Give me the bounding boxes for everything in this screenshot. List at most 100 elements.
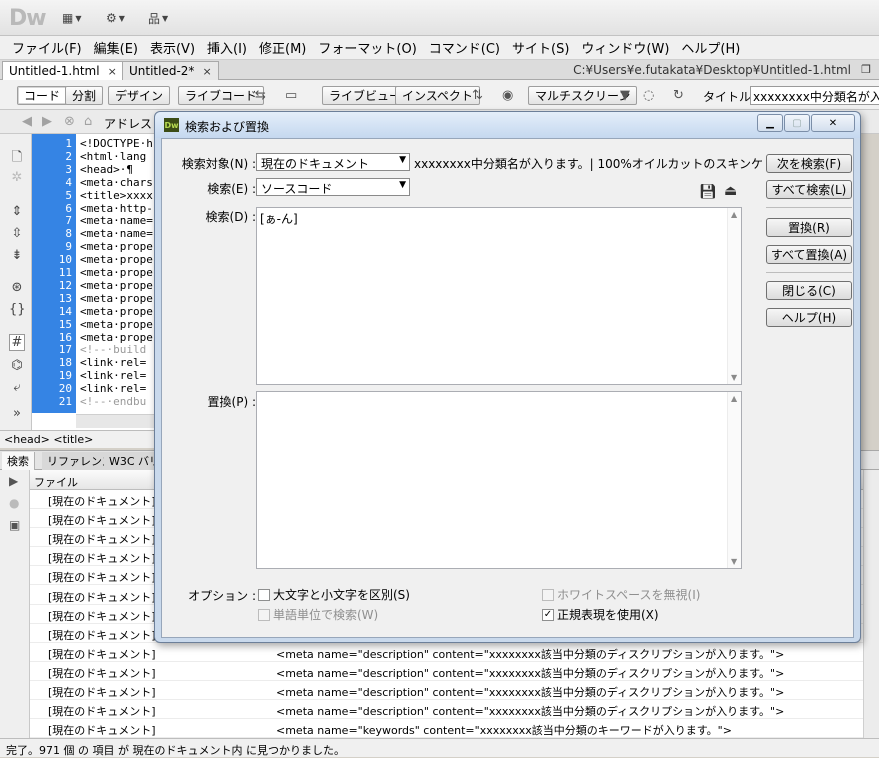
tab-untitled-1[interactable]: Untitled-1.html ×	[2, 61, 124, 80]
close-button[interactable]: 閉じる(C)	[766, 281, 852, 300]
menu-modify[interactable]: 修正(M)	[253, 38, 312, 57]
table-row[interactable]: [現在のドキュメント] <meta name="description" cont…	[30, 681, 863, 700]
checkbox-box	[258, 608, 270, 621]
minimize-button[interactable]: ▁	[757, 114, 783, 132]
restore-window-icon[interactable]: ❐	[861, 63, 871, 76]
result-file: [現在のドキュメント]	[48, 590, 156, 604]
menu-format[interactable]: フォーマット(O)	[312, 38, 422, 57]
design-view-button[interactable]: デザイン	[108, 86, 171, 105]
validate-icon[interactable]: ⇆	[255, 88, 266, 103]
code-line: <link·rel=	[80, 356, 147, 370]
collapse-icon[interactable]: ✲	[9, 170, 25, 185]
gear-icon: ⚙	[106, 11, 117, 25]
browser-check-icon[interactable]: ▭	[285, 88, 297, 103]
replace-text-label: 置換(P) :	[207, 395, 256, 409]
extend-dropdown[interactable]: ⚙ ▼	[106, 10, 125, 26]
layout-dropdown[interactable]: ▦ ▼	[62, 10, 82, 26]
match-case-checkbox[interactable]: 大文字と小文字を区別(S)	[258, 586, 410, 603]
replace-textarea-scrollbar[interactable]: ▲ ▼	[727, 392, 741, 568]
dialog-titlebar[interactable]: Dw 検索および置換 ▁ ▢ ✕	[155, 112, 860, 138]
code-line: <link·rel=	[80, 382, 147, 396]
replace-button[interactable]: 置換(R)	[766, 218, 852, 237]
search-type-select[interactable]: ソースコード ▼	[256, 178, 410, 196]
balance-braces-icon[interactable]: {}	[9, 302, 26, 317]
save-report-icon[interactable]: ▣	[9, 518, 20, 532]
menu-site[interactable]: サイト(S)	[506, 38, 575, 57]
code-line: <!--·endbu	[80, 395, 147, 408]
live-code-button[interactable]: ライブコード	[178, 86, 265, 105]
menu-commands[interactable]: コマンド(C)	[423, 38, 506, 57]
code-view-button[interactable]: コード	[17, 86, 68, 105]
replace-all-button[interactable]: すべて置換(A)	[766, 245, 852, 264]
tag-selector[interactable]: <head> <title>	[0, 430, 160, 448]
dreamweaver-logo-icon: Dw	[164, 118, 179, 132]
split-view-button[interactable]: 分割	[65, 86, 104, 105]
replace-textarea[interactable]: ▲ ▼	[256, 391, 742, 569]
help-button[interactable]: ヘルプ(H)	[766, 308, 852, 327]
result-file: [現在のドキュメント]	[48, 609, 156, 623]
whole-word-checkbox[interactable]: 単語単位で検索(W)	[258, 606, 378, 623]
home-icon[interactable]: ⌂	[84, 114, 92, 129]
forward-icon[interactable]: ▶	[42, 114, 52, 129]
chevron-down-icon[interactable]: ▼	[620, 88, 630, 103]
use-regex-checkbox[interactable]: ✓ 正規表現を使用(X)	[542, 606, 659, 623]
tab-search[interactable]: 検索	[2, 452, 35, 470]
search-target-select[interactable]: 現在のドキュメント ▼	[256, 153, 410, 171]
ignore-whitespace-checkbox[interactable]: ホワイトスペースを無視(I)	[542, 586, 700, 603]
select-parent-icon[interactable]: ⊛	[9, 280, 25, 295]
collapse-selection-icon[interactable]: ⇳	[9, 226, 25, 241]
table-row[interactable]: [現在のドキュメント] <meta name="description" cont…	[30, 662, 863, 681]
menu-view[interactable]: 表示(V)	[144, 38, 201, 57]
code-view[interactable]: 1 2 3 4 5 6 7 8 9 10 11 12 13 14 15 16 17 18 19 20 21 <!DOCT…	[32, 134, 156, 430]
tab-untitled-2[interactable]: Untitled-2* ×	[122, 61, 219, 80]
highlight-invalid-icon[interactable]: ⌬	[9, 358, 25, 373]
table-row[interactable]: [現在のドキュメント] <meta name="description" cont…	[30, 643, 863, 662]
result-file: [現在のドキュメント]	[48, 514, 156, 528]
save-query-icon[interactable]: 💾︎	[699, 184, 717, 200]
table-row[interactable]: [現在のドキュメント] <meta name="description" cont…	[30, 700, 863, 720]
refresh-icon[interactable]: ↻	[673, 88, 684, 103]
back-icon[interactable]: ◀	[22, 114, 32, 129]
open-documents-icon[interactable]: 🗋	[9, 148, 25, 170]
menu-insert[interactable]: 挿入(I)	[201, 38, 253, 57]
title-input[interactable]: xxxxxxxx中分類名が入り	[750, 86, 879, 105]
search-textarea-scrollbar[interactable]: ▲ ▼	[727, 208, 741, 384]
close-window-button[interactable]: ✕	[811, 114, 855, 132]
collapse-tag-icon[interactable]: ⇕	[9, 204, 25, 219]
file-transfer-icon[interactable]: ⇅	[472, 88, 483, 103]
expand-all-icon[interactable]: ⇟	[9, 248, 25, 263]
line-number: 15	[58, 317, 72, 331]
table-row[interactable]: [現在のドキュメント] <meta name="keywords" content…	[30, 719, 863, 738]
close-icon[interactable]: ×	[108, 65, 117, 78]
site-dropdown[interactable]: 品 ▼	[148, 10, 168, 26]
line-number: 16	[58, 330, 72, 344]
more-tools-icon[interactable]: »	[9, 406, 25, 421]
menu-bar: ファイル(F) 編集(E) 表示(V) 挿入(I) 修正(M) フォーマット(O…	[0, 36, 879, 60]
results-vertical-scrollbar[interactable]	[863, 470, 879, 738]
code-horizontal-scrollbar[interactable]	[76, 414, 156, 428]
maximize-button[interactable]: ▢	[784, 114, 810, 132]
file-column-header[interactable]: ファイル	[34, 474, 78, 490]
menu-window[interactable]: ウィンドウ(W)	[575, 38, 675, 57]
menu-file[interactable]: ファイル(F)	[6, 38, 88, 57]
play-icon[interactable]: ▶	[9, 474, 18, 488]
search-textarea[interactable]: [ぁ-ん] ▲ ▼	[256, 207, 742, 385]
line-number: 8	[65, 227, 72, 241]
result-file: [現在のドキュメント]	[48, 552, 156, 566]
app-topbar: Dw ▦ ▼ ⚙ ▼ 品 ▼	[0, 0, 879, 36]
find-next-button[interactable]: 次を検索(F)	[766, 154, 852, 173]
button-divider	[766, 207, 852, 208]
stop-icon[interactable]: ●	[9, 496, 19, 510]
find-all-button[interactable]: すべて検索(L)	[766, 180, 852, 199]
preview-icon[interactable]: ◌	[643, 88, 654, 103]
load-query-icon[interactable]: ⏏	[724, 183, 737, 199]
menu-edit[interactable]: 編集(E)	[88, 38, 144, 57]
stop-icon[interactable]: ⊗	[64, 114, 75, 129]
line-numbers-icon[interactable]: #	[9, 334, 25, 351]
inspect-button[interactable]: インスペクト	[395, 86, 480, 105]
address-label: アドレス :	[104, 117, 160, 131]
word-wrap-icon[interactable]: ⤶	[9, 380, 25, 395]
globe-icon[interactable]: ◉	[502, 88, 513, 103]
close-icon[interactable]: ×	[202, 65, 211, 78]
menu-help[interactable]: ヘルプ(H)	[675, 38, 746, 57]
